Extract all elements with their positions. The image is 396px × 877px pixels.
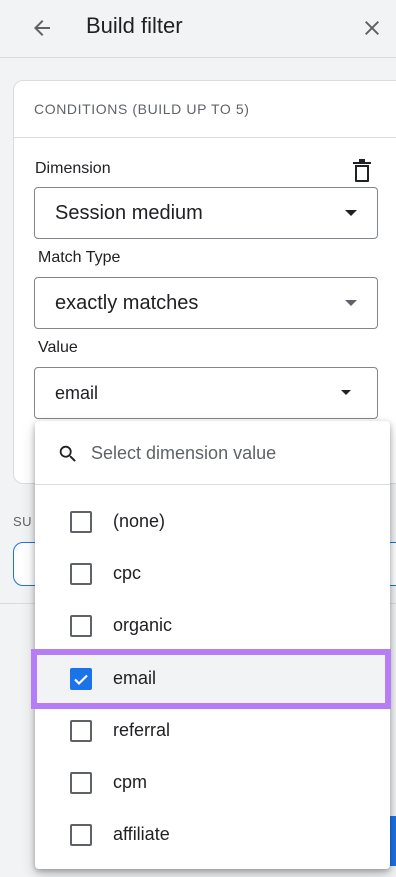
dimension-value: Session medium [55, 202, 203, 224]
search-icon [59, 445, 76, 462]
dimension-search-input[interactable] [91, 437, 371, 469]
option-label: (none) [113, 511, 166, 531]
close-button[interactable] [356, 12, 388, 44]
option-label: affiliate [113, 824, 170, 844]
match-type-label: Match Type [38, 249, 121, 266]
header-divider [0, 57, 396, 58]
value-label: Value [38, 339, 78, 356]
checkbox[interactable] [70, 772, 92, 794]
dimension-value-dropdown: (none) cpc organic email referral cpm af… [35, 421, 390, 869]
checkbox[interactable] [70, 511, 92, 533]
checkbox[interactable] [70, 615, 92, 637]
option-label: referral [113, 720, 171, 740]
option-affiliate[interactable]: affiliate [35, 809, 390, 861]
section-label: SU [13, 514, 33, 529]
back-button[interactable] [26, 12, 58, 44]
caret-down-icon [341, 390, 351, 395]
value-select[interactable]: email [34, 367, 378, 419]
page-title: Build filter [86, 13, 183, 38]
caret-down-icon [345, 300, 357, 306]
match-type-value: exactly matches [55, 292, 199, 314]
dropdown-search [35, 421, 390, 485]
option-label: cpm [113, 772, 148, 792]
dialog-header: Build filter [0, 0, 396, 58]
conditions-title: CONDITIONS (BUILD UP TO 5) [34, 101, 250, 117]
dimension-select[interactable]: Session medium [34, 187, 378, 239]
checkbox[interactable] [70, 563, 92, 585]
caret-down-icon [345, 210, 357, 216]
option-label: organic [113, 615, 173, 635]
highlight-box [31, 649, 391, 709]
checkbox[interactable] [70, 824, 92, 846]
match-type-select[interactable]: exactly matches [34, 277, 378, 329]
checkbox[interactable] [70, 720, 92, 742]
value-current: email [55, 383, 99, 403]
conditions-divider [14, 137, 396, 138]
option-cpm[interactable]: cpm [35, 757, 390, 809]
dimension-label: Dimension [35, 160, 111, 177]
trash-icon [353, 159, 371, 182]
option-referral[interactable]: referral [35, 705, 390, 757]
option-label: cpc [113, 563, 142, 583]
arrow-left-icon [34, 20, 50, 36]
option-organic[interactable]: organic [35, 600, 390, 652]
option-none[interactable]: (none) [35, 496, 390, 548]
delete-condition-button[interactable] [351, 159, 373, 183]
option-cpc[interactable]: cpc [35, 548, 390, 600]
close-icon [365, 21, 379, 35]
